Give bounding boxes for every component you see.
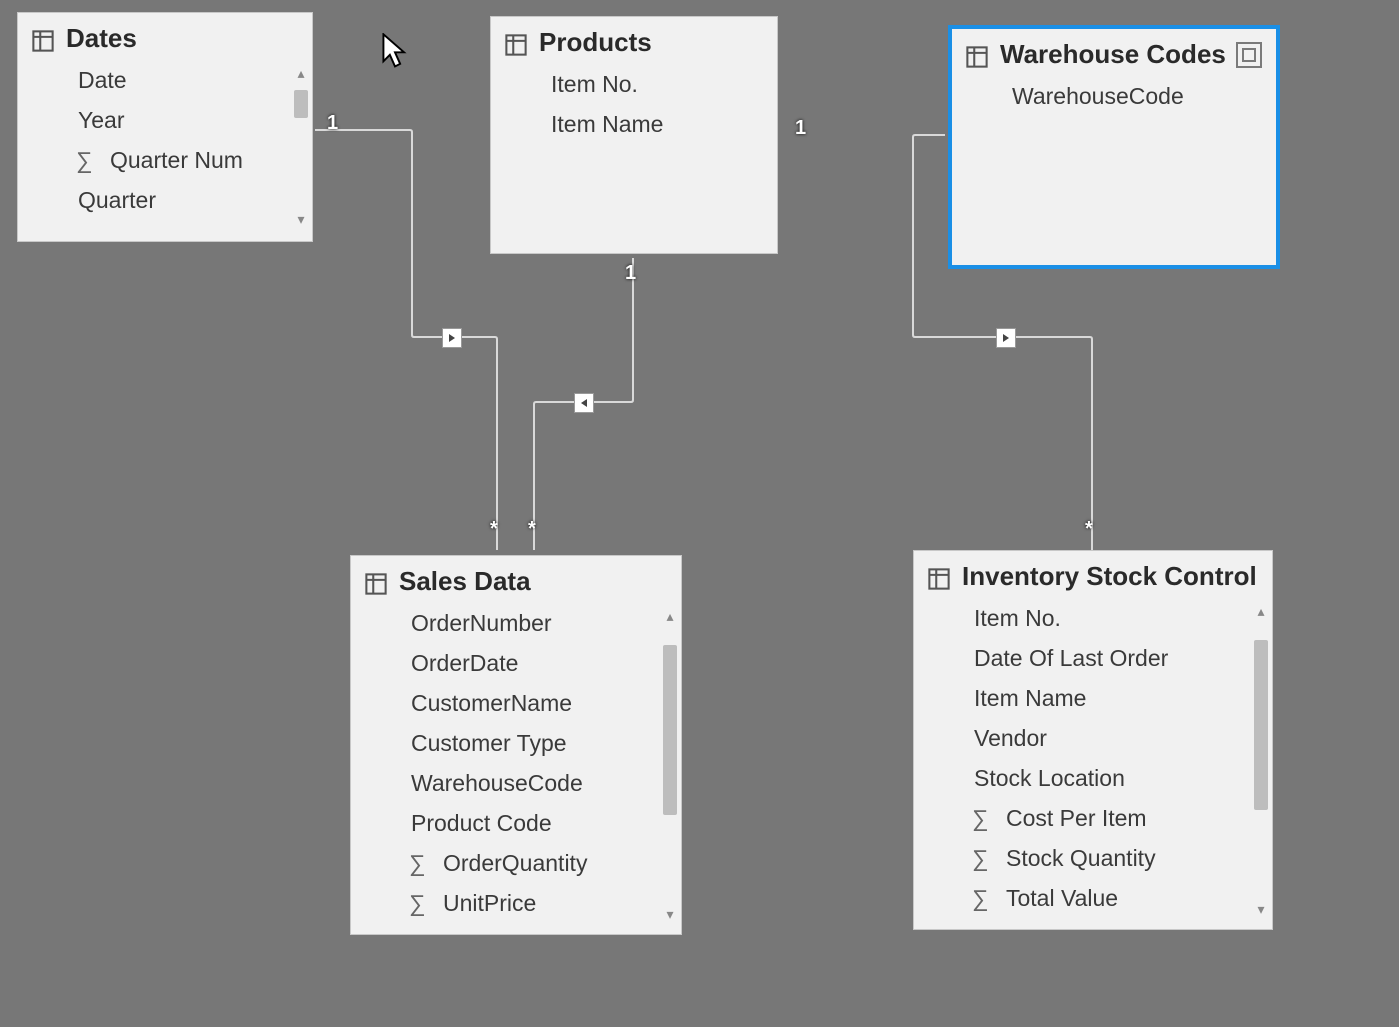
scrollbar[interactable]: ▴ ▾: [1252, 602, 1270, 918]
mouse-cursor-icon: [382, 33, 408, 74]
table-header-products[interactable]: Products: [491, 17, 777, 64]
field-list-inventory: Item No. Date Of Last Order Item Name Ve…: [914, 598, 1250, 918]
cardinality-sales-many-1: *: [490, 518, 498, 541]
scrollbar[interactable]: ▴ ▾: [292, 64, 310, 228]
cardinality-dates-one: 1: [327, 112, 338, 135]
sigma-icon: ∑: [972, 805, 994, 832]
table-dates[interactable]: Dates Date Year ∑ Quarter Num Quarter ▴ …: [17, 12, 313, 242]
field-row[interactable]: Quarter: [18, 180, 290, 220]
expand-icon[interactable]: [1236, 42, 1262, 68]
field-row[interactable]: OrderDate: [351, 643, 659, 683]
table-header-sales[interactable]: Sales Data: [351, 556, 681, 603]
field-row[interactable]: Vendor: [914, 718, 1250, 758]
table-header-inventory[interactable]: Inventory Stock Control: [914, 551, 1272, 598]
field-row[interactable]: WarehouseCode: [351, 763, 659, 803]
field-row[interactable]: Item No.: [491, 64, 777, 104]
table-title: Inventory Stock Control: [962, 561, 1257, 592]
table-icon: [365, 571, 387, 593]
table-products[interactable]: Products Item No. Item Name: [490, 16, 778, 254]
table-title: Dates: [66, 23, 137, 54]
field-row[interactable]: Stock Location: [914, 758, 1250, 798]
field-row[interactable]: ∑ Quarter Num: [18, 140, 290, 180]
scroll-up-icon[interactable]: ▴: [661, 607, 679, 625]
filter-direction-dates-sales[interactable]: [442, 328, 462, 348]
scrollbar[interactable]: ▴ ▾: [661, 607, 679, 923]
scroll-up-icon[interactable]: ▴: [292, 64, 310, 82]
field-row[interactable]: ∑ Stock Quantity: [914, 838, 1250, 878]
table-inventory-stock-control[interactable]: Inventory Stock Control Item No. Date Of…: [913, 550, 1273, 930]
cardinality-warehouse-one: 1: [795, 117, 806, 140]
field-row[interactable]: Product Code: [351, 803, 659, 843]
table-icon: [966, 44, 988, 66]
field-list-warehouse: WarehouseCode: [952, 76, 1276, 116]
field-row[interactable]: Date: [18, 60, 290, 100]
table-header-dates[interactable]: Dates: [18, 13, 312, 60]
field-row[interactable]: Date Of Last Order: [914, 638, 1250, 678]
field-list-products: Item No. Item Name: [491, 64, 777, 144]
scroll-up-icon[interactable]: ▴: [1252, 602, 1270, 620]
field-row[interactable]: WarehouseCode: [952, 76, 1276, 116]
field-row[interactable]: Item Name: [914, 678, 1250, 718]
table-title: Warehouse Codes: [1000, 39, 1226, 70]
sigma-icon: ∑: [76, 147, 98, 174]
field-row[interactable]: OrderNumber: [351, 603, 659, 643]
field-row[interactable]: ∑ UnitPrice: [351, 883, 659, 923]
table-icon: [32, 28, 54, 50]
scroll-down-icon[interactable]: ▾: [1252, 900, 1270, 918]
cardinality-products-one: 1: [625, 262, 636, 285]
field-row[interactable]: Year: [18, 100, 290, 140]
filter-direction-products-sales[interactable]: [574, 393, 594, 413]
table-title: Products: [539, 27, 652, 58]
field-row[interactable]: Customer Type: [351, 723, 659, 763]
sigma-icon: ∑: [409, 890, 431, 917]
table-icon: [505, 32, 527, 54]
table-warehouse-codes[interactable]: Warehouse Codes WarehouseCode: [948, 25, 1280, 269]
scroll-down-icon[interactable]: ▾: [661, 905, 679, 923]
sigma-icon: ∑: [972, 845, 994, 872]
field-row[interactable]: ∑ Cost Per Item: [914, 798, 1250, 838]
table-header-warehouse[interactable]: Warehouse Codes: [952, 29, 1276, 76]
cardinality-inventory-many: *: [1085, 518, 1093, 541]
table-icon: [928, 566, 950, 588]
field-row[interactable]: Item No.: [914, 598, 1250, 638]
field-list-dates: Date Year ∑ Quarter Num Quarter: [18, 60, 290, 220]
field-row[interactable]: Item Name: [491, 104, 777, 144]
sigma-icon: ∑: [972, 885, 994, 912]
field-list-sales: OrderNumber OrderDate CustomerName Custo…: [351, 603, 659, 923]
cardinality-sales-many-2: *: [528, 518, 536, 541]
table-title: Sales Data: [399, 566, 531, 597]
field-row[interactable]: ∑ Total Value: [914, 878, 1250, 918]
field-row[interactable]: ∑ OrderQuantity: [351, 843, 659, 883]
scroll-down-icon[interactable]: ▾: [292, 210, 310, 228]
filter-direction-warehouse-inventory[interactable]: [996, 328, 1016, 348]
sigma-icon: ∑: [409, 850, 431, 877]
field-row[interactable]: CustomerName: [351, 683, 659, 723]
model-canvas[interactable]: 1 1 1 * * * Dates Date Year ∑ Quarter Nu…: [0, 0, 1399, 1027]
table-sales-data[interactable]: Sales Data OrderNumber OrderDate Custome…: [350, 555, 682, 935]
